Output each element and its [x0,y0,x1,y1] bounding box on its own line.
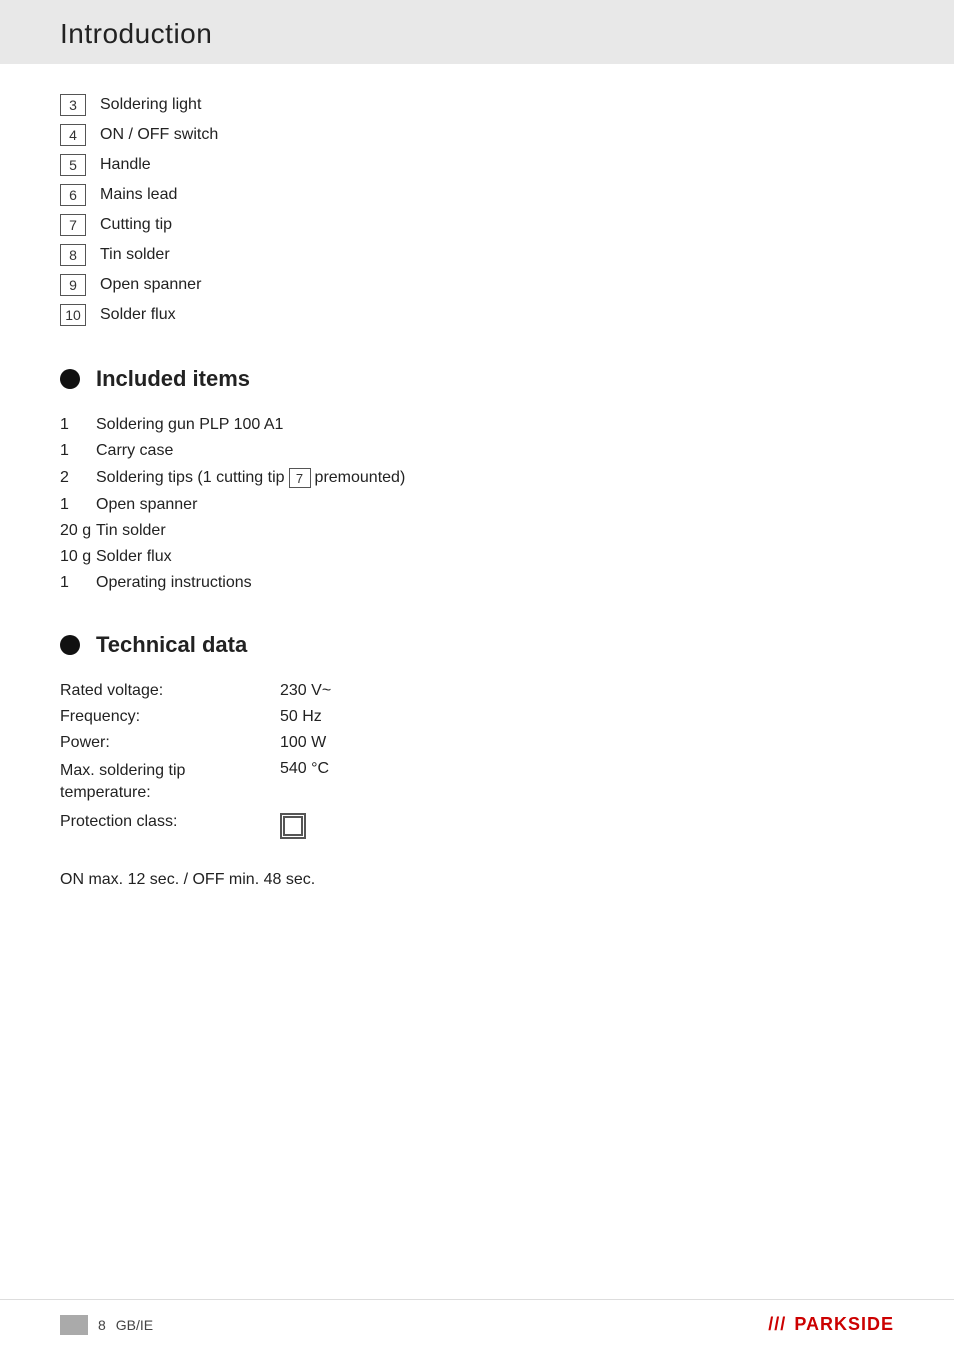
item-label-8: Tin solder [100,246,170,264]
list-item: 10 Solder flux [60,304,894,326]
brand-slashes: /// [768,1314,792,1334]
item-number-6: 6 [60,184,86,206]
item-text-before: Soldering tips (1 cutting tip [96,469,285,486]
page-number-box [60,1315,88,1335]
list-item: 2 Soldering tips (1 cutting tip7premount… [60,468,894,488]
section-bullet-icon [60,635,80,655]
tech-label: Max. soldering tiptemperature: [60,760,280,805]
item-qty: 2 [60,469,96,487]
item-text: Tin solder [96,522,166,540]
page-header: Introduction [0,0,954,64]
list-item: 1 Carry case [60,442,894,460]
list-item: 5 Handle [60,154,894,176]
item-label-4: ON / OFF switch [100,126,218,144]
item-text: Solder flux [96,548,172,566]
main-content: 3 Soldering light 4 ON / OFF switch 5 Ha… [0,94,954,889]
footer-page-info: 8 GB/IE [60,1315,153,1335]
page-footer: 8 GB/IE /// PARKSIDE [0,1299,954,1349]
item-label-9: Open spanner [100,276,201,294]
item-qty: 1 [60,574,96,592]
list-item: 10 g Solder flux [60,548,894,566]
tech-label: Protection class: [60,813,280,831]
item-qty: 10 g [60,548,96,566]
section-bullet-icon [60,369,80,389]
item-label-10: Solder flux [100,306,176,324]
included-items-title: Included items [96,366,250,392]
tech-value: 100 W [280,734,326,752]
tech-value: 540 °C [280,760,329,778]
item-text: Open spanner [96,496,197,514]
list-item: 9 Open spanner [60,274,894,296]
inline-badge-7: 7 [289,468,311,488]
item-number-10: 10 [60,304,86,326]
list-item: 1 Open spanner [60,496,894,514]
tech-row-frequency: Frequency: 50 Hz [60,708,894,726]
item-text: Carry case [96,442,173,460]
item-number-4: 4 [60,124,86,146]
tech-value: 50 Hz [280,708,322,726]
item-number-7: 7 [60,214,86,236]
on-off-note: ON max. 12 sec. / OFF min. 48 sec. [60,871,894,889]
item-number-5: 5 [60,154,86,176]
tech-label: Frequency: [60,708,280,726]
list-item: 1 Operating instructions [60,574,894,592]
item-text: Operating instructions [96,574,252,592]
item-qty: 1 [60,496,96,514]
brand-name: PARKSIDE [794,1314,894,1334]
tech-value-protection-icon [280,813,306,841]
item-qty: 20 g [60,522,96,540]
footer-locale: GB/IE [116,1317,153,1333]
list-item: 3 Soldering light [60,94,894,116]
item-label-5: Handle [100,156,151,174]
list-item: 7 Cutting tip [60,214,894,236]
item-label-6: Mains lead [100,186,177,204]
list-item: 4 ON / OFF switch [60,124,894,146]
list-item: 8 Tin solder [60,244,894,266]
item-label-7: Cutting tip [100,216,172,234]
included-items-heading: Included items [60,366,894,392]
protection-class-icon [280,813,306,839]
included-items-section: Included items 1 Soldering gun PLP 100 A… [60,366,894,592]
brand-logo: /// PARKSIDE [768,1314,894,1335]
list-item: 6 Mains lead [60,184,894,206]
tech-row-voltage: Rated voltage: 230 V~ [60,682,894,700]
technical-data-title: Technical data [96,632,247,658]
item-qty: 1 [60,416,96,434]
item-text: Soldering tips (1 cutting tip7premounted… [96,468,405,488]
item-number-8: 8 [60,244,86,266]
page-title: Introduction [60,18,894,50]
item-qty: 1 [60,442,96,460]
item-text: Soldering gun PLP 100 A1 [96,416,283,434]
tech-row-temp: Max. soldering tiptemperature: 540 °C [60,760,894,805]
tech-value: 230 V~ [280,682,331,700]
item-label-3: Soldering light [100,96,201,114]
tech-label: Rated voltage: [60,682,280,700]
item-text-after: premounted) [315,469,406,486]
page: Introduction 3 Soldering light 4 ON / OF… [0,0,954,1349]
technical-data-section: Technical data Rated voltage: 230 V~ Fre… [60,632,894,889]
page-number: 8 [98,1317,106,1333]
tech-row-power: Power: 100 W [60,734,894,752]
numbered-list: 3 Soldering light 4 ON / OFF switch 5 Ha… [60,94,894,326]
item-number-9: 9 [60,274,86,296]
technical-data-heading: Technical data [60,632,894,658]
included-list: 1 Soldering gun PLP 100 A1 1 Carry case … [60,416,894,592]
list-item: 20 g Tin solder [60,522,894,540]
list-item: 1 Soldering gun PLP 100 A1 [60,416,894,434]
tech-table: Rated voltage: 230 V~ Frequency: 50 Hz P… [60,682,894,841]
tech-label: Power: [60,734,280,752]
item-number-3: 3 [60,94,86,116]
tech-row-protection: Protection class: [60,813,894,841]
